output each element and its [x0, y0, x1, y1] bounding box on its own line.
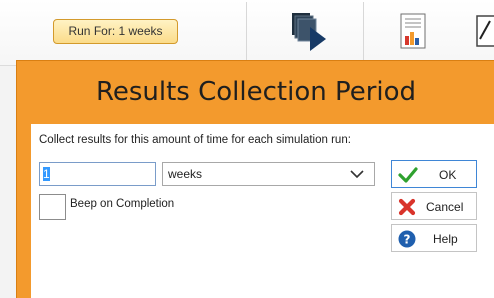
help-label: Help — [433, 232, 458, 246]
ok-button[interactable]: OK — [391, 160, 477, 188]
unit-dropdown[interactable]: weeks — [162, 162, 375, 186]
results-collection-dialog: Results Collection Period Collect result… — [16, 60, 494, 298]
beep-label: Beep on Completion — [70, 198, 175, 210]
unit-dropdown-value: weeks — [168, 167, 203, 181]
ribbon-separator — [246, 2, 247, 64]
instruction-text: Collect results for this amount of time … — [39, 134, 351, 146]
run-for-button[interactable]: Run For: 1 weeks — [53, 19, 178, 44]
chevron-down-icon — [350, 170, 364, 179]
run-simulation-icon[interactable] — [290, 11, 330, 53]
svg-text:?: ? — [404, 233, 411, 247]
cancel-button[interactable]: Cancel — [391, 192, 477, 220]
ok-label: OK — [439, 168, 457, 182]
check-icon — [398, 167, 418, 183]
dialog-title: Results Collection Period — [95, 77, 417, 107]
close-icon — [398, 198, 416, 216]
help-icon: ? — [398, 230, 416, 248]
quantity-input[interactable] — [39, 162, 156, 186]
beep-checkbox[interactable] — [39, 194, 66, 220]
chart-edit-icon[interactable] — [476, 15, 494, 47]
cancel-label: Cancel — [426, 200, 464, 214]
ribbon-toolbar: Run For: 1 weeks — [0, 0, 494, 66]
help-button[interactable]: ? Help — [391, 224, 477, 252]
dialog-body: Collect results for this amount of time … — [31, 124, 494, 298]
report-chart-icon[interactable] — [400, 13, 426, 49]
ribbon-separator — [363, 2, 364, 64]
